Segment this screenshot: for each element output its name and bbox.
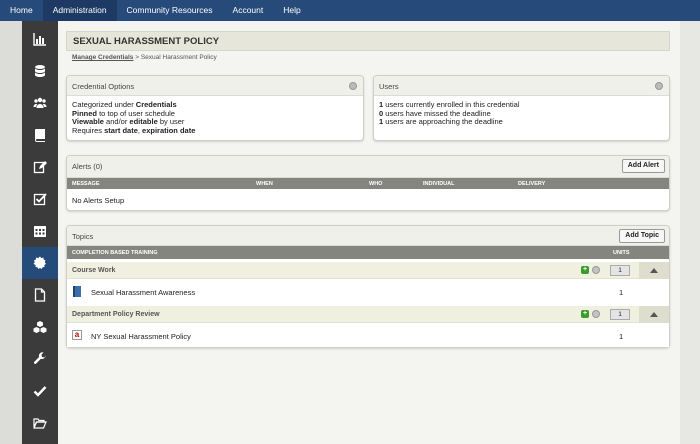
sidebar-item-modules[interactable] xyxy=(22,311,58,343)
pdf-icon: a xyxy=(72,330,82,340)
topic-label[interactable]: Sexual Harassment Awareness xyxy=(91,288,195,297)
check-icon xyxy=(33,386,47,397)
alerts-header: Alerts (0) Add Alert xyxy=(67,156,669,178)
add-alert-button[interactable]: Add Alert xyxy=(621,159,665,173)
credential-requires-line: Requires start date, expiration date xyxy=(72,125,358,136)
col-units: UNITS xyxy=(613,250,630,256)
document-icon xyxy=(34,288,46,302)
alerts-panel: Alerts (0) Add Alert MESSAGE WHEN WHO IN… xyxy=(66,155,670,211)
add-topic-button[interactable]: Add Topic xyxy=(619,229,665,243)
nav-account[interactable]: Account xyxy=(223,0,274,21)
nav-home[interactable]: Home xyxy=(0,0,43,21)
alerts-table-header: MESSAGE WHEN WHO INDIVIDUAL DELIVERY xyxy=(67,178,669,189)
sidebar-item-tools[interactable] xyxy=(22,343,58,375)
sidebar-item-files[interactable] xyxy=(22,407,58,439)
users-panel: Users 1 users currently enrolled in this… xyxy=(373,75,670,141)
sidebar-item-users[interactable] xyxy=(22,87,58,119)
breadcrumb-current: > Sexual Harassment Policy xyxy=(133,54,217,61)
collapse-section-button[interactable] xyxy=(639,262,669,279)
sidebar xyxy=(22,21,58,444)
text: start date xyxy=(104,125,138,135)
topics-table-header: COMPLETION BASED TRAINING UNITS xyxy=(67,246,669,259)
sidebar-item-credentials[interactable] xyxy=(22,247,58,279)
top-navigation: Home Administration Community Resources … xyxy=(0,0,700,21)
users-icon xyxy=(33,97,47,108)
topic-units: 1 xyxy=(619,288,624,297)
remove-section-icon[interactable] xyxy=(592,266,600,274)
nav-administration[interactable]: Administration xyxy=(42,0,117,21)
book-icon xyxy=(73,286,81,297)
wrench-icon xyxy=(33,352,46,364)
page-title: SEXUAL HARASSMENT POLICY xyxy=(73,36,220,47)
folder-open-icon xyxy=(33,418,47,429)
sidebar-item-reports[interactable] xyxy=(22,23,58,55)
book-icon xyxy=(35,129,45,142)
alerts-empty-text: No Alerts Setup xyxy=(72,196,125,205)
col-who: WHO xyxy=(369,181,383,187)
breadcrumb: Manage Credentials > Sexual Harassment P… xyxy=(72,54,217,61)
users-body: 1 users currently enrolled in this crede… xyxy=(374,96,669,132)
chevron-up-icon xyxy=(650,312,658,317)
page-header: SEXUAL HARASSMENT POLICY xyxy=(66,31,670,51)
sidebar-item-approvals[interactable] xyxy=(22,375,58,407)
remove-section-icon[interactable] xyxy=(592,310,600,318)
add-item-icon[interactable]: + xyxy=(581,266,589,274)
text: users are approaching the deadline xyxy=(383,117,503,126)
edit-icon xyxy=(33,161,47,174)
alerts-title: Alerts (0) xyxy=(72,162,103,171)
text: expiration date xyxy=(142,125,196,135)
users-title: Users xyxy=(379,82,399,91)
topic-units: 1 xyxy=(619,332,624,341)
users-approaching-line: 1 users are approaching the deadline xyxy=(379,117,664,127)
section-units[interactable]: 1 xyxy=(610,309,630,320)
nav-help[interactable]: Help xyxy=(273,0,310,21)
gear-icon xyxy=(33,256,46,269)
section-course-work: Course Work + 1 xyxy=(67,262,669,279)
database-icon xyxy=(35,65,45,77)
topic-row-sexual-harassment-awareness[interactable]: Sexual Harassment Awareness 1 xyxy=(67,281,669,303)
col-delivery: DELIVERY xyxy=(518,181,546,187)
cubes-icon xyxy=(33,321,47,333)
sidebar-item-edit[interactable] xyxy=(22,151,58,183)
settings-dot-icon[interactable] xyxy=(655,82,663,90)
breadcrumb-manage-credentials-link[interactable]: Manage Credentials xyxy=(72,54,133,61)
credential-options-panel: Credential Options Categorized under Cre… xyxy=(66,75,364,141)
section-label: Course Work xyxy=(72,267,116,274)
text: Requires xyxy=(72,125,105,135)
col-message: MESSAGE xyxy=(72,181,100,187)
users-header: Users xyxy=(374,76,669,96)
sidebar-item-database[interactable] xyxy=(22,55,58,87)
credential-options-header: Credential Options xyxy=(67,76,363,96)
section-units[interactable]: 1 xyxy=(610,265,630,276)
calendar-icon xyxy=(34,226,46,237)
sidebar-item-calendar[interactable] xyxy=(22,215,58,247)
col-completion-training: COMPLETION BASED TRAINING xyxy=(72,250,158,256)
col-when: WHEN xyxy=(256,181,273,187)
section-department-policy-review: Department Policy Review + 1 xyxy=(67,306,669,323)
credential-options-body: Categorized under Credentials Pinned to … xyxy=(67,96,363,140)
sidebar-item-tasks[interactable] xyxy=(22,183,58,215)
checkbox-icon xyxy=(33,193,47,206)
bar-chart-icon xyxy=(33,33,46,46)
settings-dot-icon[interactable] xyxy=(349,82,357,90)
collapse-section-button[interactable] xyxy=(639,306,669,323)
credential-options-title: Credential Options xyxy=(72,82,135,91)
sidebar-item-documents[interactable] xyxy=(22,279,58,311)
topics-title: Topics xyxy=(72,232,94,241)
col-individual: INDIVIDUAL xyxy=(423,181,455,187)
left-gutter xyxy=(0,21,22,444)
topic-row-ny-sexual-harassment-policy[interactable]: a NY Sexual Harassment Policy 1 xyxy=(67,325,669,347)
topic-label[interactable]: NY Sexual Harassment Policy xyxy=(91,332,191,341)
chevron-up-icon xyxy=(650,268,658,273)
nav-community-resources[interactable]: Community Resources xyxy=(117,0,223,21)
topics-header: Topics Add Topic xyxy=(67,226,669,246)
add-item-icon[interactable]: + xyxy=(581,310,589,318)
topics-panel: Topics Add Topic COMPLETION BASED TRAINI… xyxy=(66,225,670,348)
sidebar-item-library[interactable] xyxy=(22,119,58,151)
section-label: Department Policy Review xyxy=(72,311,160,318)
